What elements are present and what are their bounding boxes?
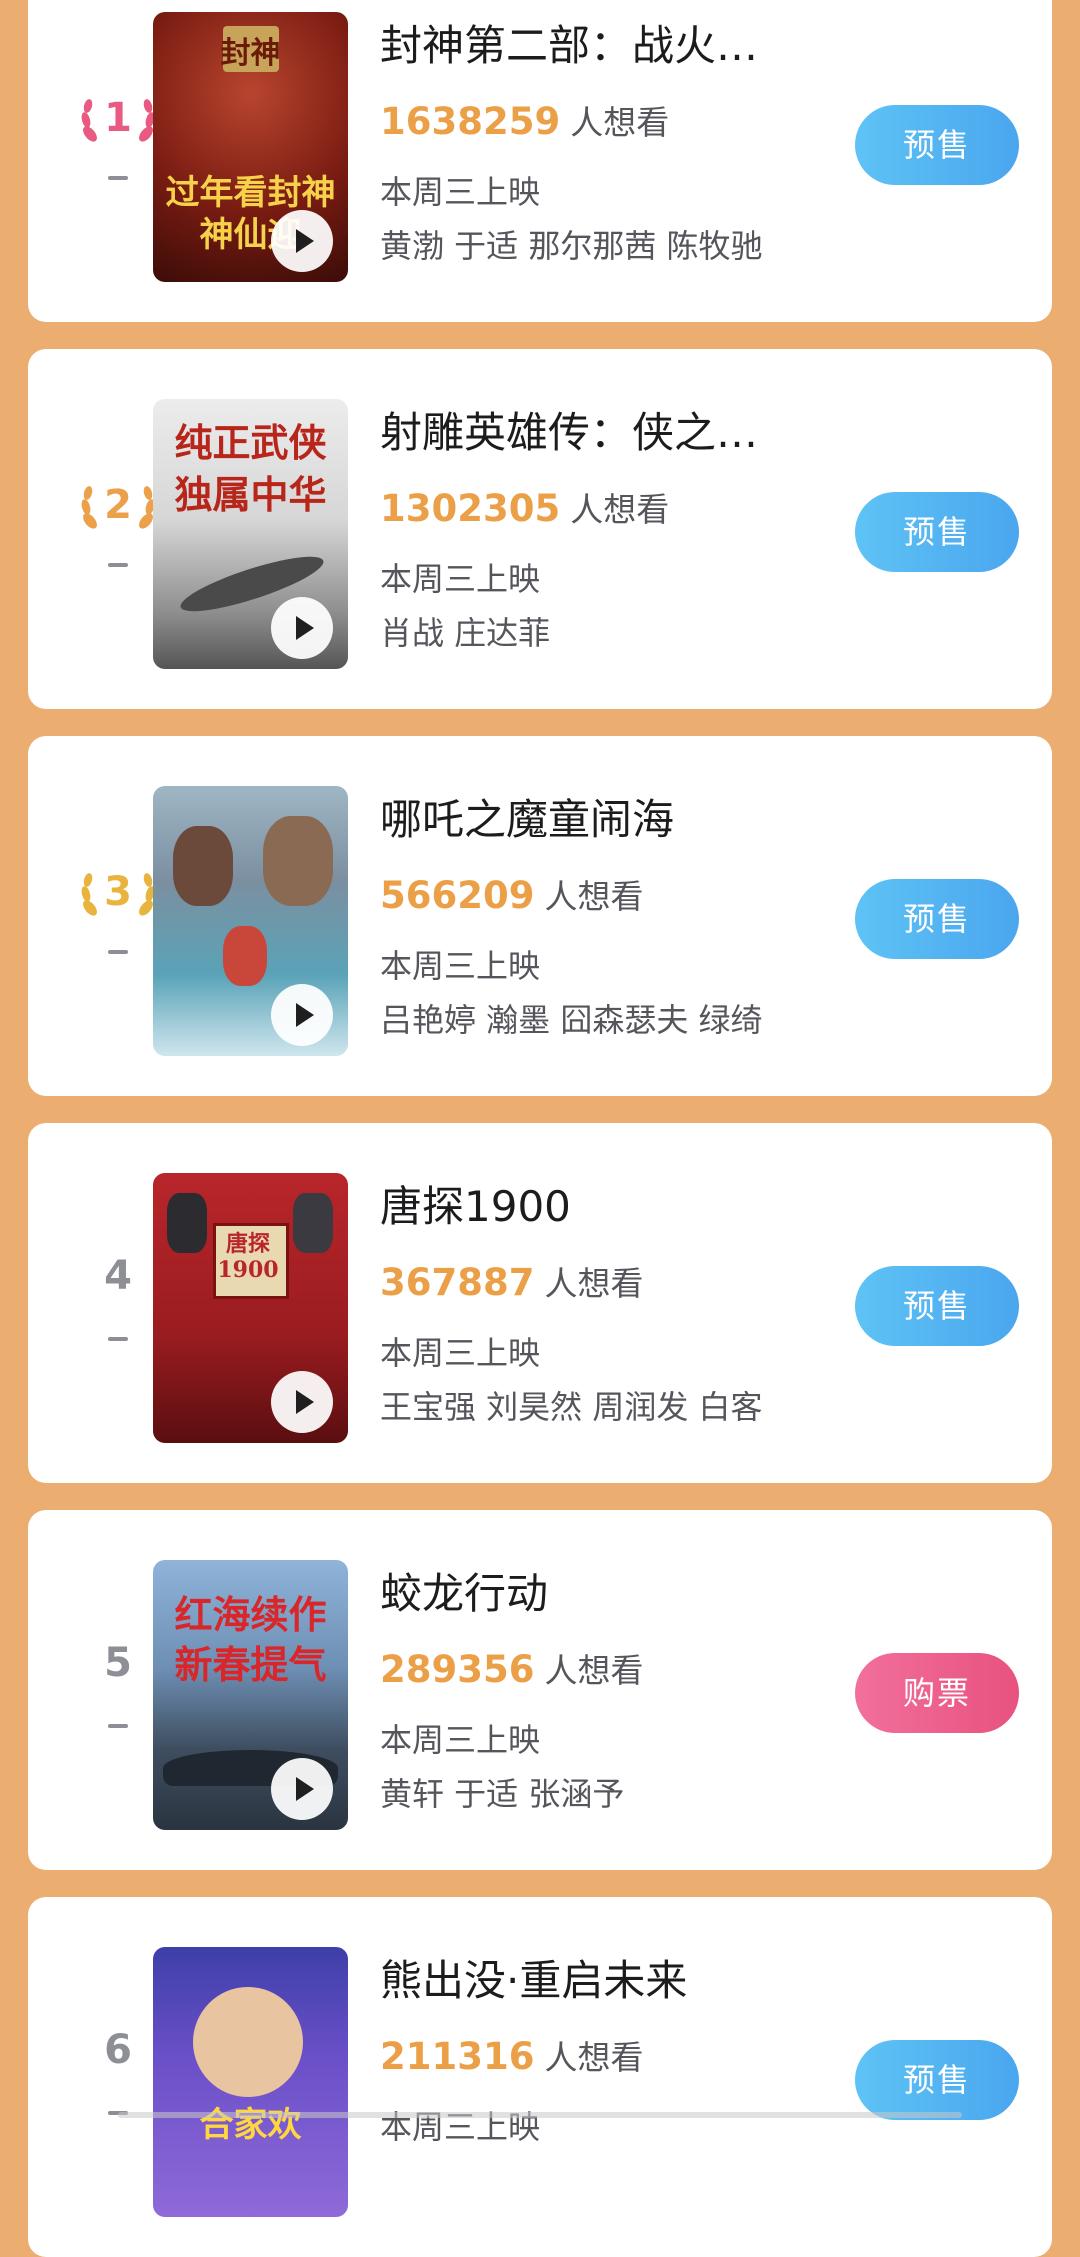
rank-trend-dash bbox=[108, 1724, 128, 1728]
horizontal-scroll-indicator bbox=[118, 2112, 962, 2118]
movie-title: 唐探1900 bbox=[380, 1182, 571, 1231]
movie-info: 射雕英雄传：侠之… 1302305 人想看 本周三上映 肖战 庄达菲 bbox=[380, 349, 860, 709]
movie-poster[interactable] bbox=[153, 786, 348, 1056]
rank-trend-dash bbox=[108, 563, 128, 567]
release-date: 本周三上映 bbox=[380, 173, 541, 211]
cast-list: 黄渤 于适 那尔那茜 陈牧驰 bbox=[380, 227, 763, 265]
poster-figure bbox=[223, 926, 267, 986]
release-date: 本周三上映 bbox=[380, 1334, 541, 1372]
rank-number: 3 bbox=[104, 869, 132, 915]
want-label: 人想看 bbox=[570, 103, 670, 142]
movie-poster[interactable]: 合家欢 bbox=[153, 1947, 348, 2217]
poster-figure bbox=[293, 1193, 333, 1253]
release-date: 本周三上映 bbox=[380, 560, 541, 598]
poster-slogan-text: 纯正武侠 独属中华 bbox=[174, 420, 327, 517]
rank-trend-dash bbox=[108, 176, 128, 180]
rank-trend-dash bbox=[108, 1337, 128, 1341]
movie-poster[interactable]: 唐探 1900 bbox=[153, 1173, 348, 1443]
movie-info: 封神第二部：战火… 1638259 人想看 本周三上映 黄渤 于适 那尔那茜 陈牧… bbox=[380, 0, 860, 322]
want-count: 367887 bbox=[380, 1261, 535, 1304]
presale-button[interactable]: 预售 bbox=[855, 879, 1019, 959]
presale-button[interactable]: 预售 bbox=[855, 2040, 1019, 2120]
buy-ticket-button[interactable]: 购票 bbox=[855, 1653, 1019, 1733]
want-to-see: 211316 人想看 bbox=[380, 2035, 643, 2086]
movie-card[interactable]: 5 红海续作 新春提气 蛟龙行动 289356 人想看 本周三上映 黄轩 于适 张… bbox=[28, 1510, 1052, 1870]
movie-card[interactable]: 1 封神 过年看封神 神仙迎 封神第二部：战火… 1638259 人想看 本周三上… bbox=[28, 0, 1052, 322]
movie-info: 哪吒之魔童闹海 566209 人想看 本周三上映 吕艳婷 瀚墨 囧森瑟夫 绿绮 bbox=[380, 736, 860, 1096]
want-label: 人想看 bbox=[544, 1264, 644, 1303]
presale-button[interactable]: 预售 bbox=[855, 1266, 1019, 1346]
cast-list: 肖战 庄达菲 bbox=[380, 614, 551, 652]
want-label: 人想看 bbox=[570, 490, 670, 529]
release-date: 本周三上映 bbox=[380, 947, 541, 985]
want-count: 1638259 bbox=[380, 100, 561, 143]
play-icon[interactable] bbox=[271, 597, 333, 659]
play-icon[interactable] bbox=[271, 1371, 333, 1433]
movie-poster[interactable]: 纯正武侠 独属中华 bbox=[153, 399, 348, 669]
want-to-see: 566209 人想看 bbox=[380, 874, 643, 925]
poster-figure bbox=[173, 826, 233, 906]
want-count: 566209 bbox=[380, 874, 535, 917]
movie-card[interactable]: 3 哪吒之魔童闹海 566209 人想看 本周三上映 吕艳婷 瀚墨 囧森瑟夫 绿绮… bbox=[28, 736, 1052, 1096]
want-to-see: 367887 人想看 bbox=[380, 1261, 643, 1312]
presale-button[interactable]: 预售 bbox=[855, 105, 1019, 185]
movie-card[interactable]: 2 纯正武侠 独属中华 射雕英雄传：侠之… 1302305 人想看 本周三上映 肖… bbox=[28, 349, 1052, 709]
movie-title: 蛟龙行动 bbox=[380, 1569, 549, 1618]
rank-trend-dash bbox=[108, 950, 128, 954]
rank-number: 2 bbox=[104, 482, 132, 528]
poster-figure bbox=[167, 1193, 207, 1253]
play-icon[interactable] bbox=[271, 984, 333, 1046]
want-to-see: 1302305 人想看 bbox=[380, 487, 669, 538]
want-count: 211316 bbox=[380, 2035, 535, 2078]
cast-list: 黄轩 于适 张涵予 bbox=[380, 1775, 625, 1813]
movie-title: 封神第二部：战火… bbox=[380, 21, 759, 70]
movie-card[interactable]: 6 合家欢 熊出没·重启未来 211316 人想看 本周三上映 预售 bbox=[28, 1897, 1052, 2257]
laurel-icon: 1 bbox=[78, 90, 158, 150]
want-count: 289356 bbox=[380, 1648, 535, 1691]
movie-info: 熊出没·重启未来 211316 人想看 本周三上映 bbox=[380, 1897, 860, 2257]
movie-info: 唐探1900 367887 人想看 本周三上映 王宝强 刘昊然 周润发 白客 bbox=[380, 1123, 860, 1483]
want-to-see: 289356 人想看 bbox=[380, 1648, 643, 1699]
want-label: 人想看 bbox=[544, 877, 644, 916]
movie-title: 射雕英雄传：侠之… bbox=[380, 408, 759, 457]
poster-character bbox=[193, 1987, 303, 2097]
release-date: 本周三上映 bbox=[380, 1721, 541, 1759]
cast-list: 王宝强 刘昊然 周润发 白客 bbox=[380, 1388, 763, 1426]
cast-list: 吕艳婷 瀚墨 囧森瑟夫 绿绮 bbox=[380, 1001, 763, 1039]
movie-card[interactable]: 4 唐探 1900 唐探1900 367887 人想看 本周三上映 王宝强 刘昊然… bbox=[28, 1123, 1052, 1483]
poster-title-text: 封神 bbox=[220, 36, 281, 71]
poster-figure bbox=[263, 816, 333, 906]
poster-slogan-text: 红海续作 新春提气 bbox=[174, 1592, 327, 1687]
movie-info: 蛟龙行动 289356 人想看 本周三上映 黄轩 于适 张涵予 bbox=[380, 1510, 860, 1870]
laurel-icon: 3 bbox=[78, 864, 158, 924]
play-icon[interactable] bbox=[271, 210, 333, 272]
want-label: 人想看 bbox=[544, 2038, 644, 2077]
movie-poster[interactable]: 封神 过年看封神 神仙迎 bbox=[153, 12, 348, 282]
rank-number: 1 bbox=[104, 95, 132, 141]
want-to-see: 1638259 人想看 bbox=[380, 100, 669, 151]
presale-button[interactable]: 预售 bbox=[855, 492, 1019, 572]
want-count: 1302305 bbox=[380, 487, 561, 530]
poster-title-text: 唐探 1900 bbox=[217, 1231, 279, 1283]
movie-title: 熊出没·重启未来 bbox=[380, 1956, 688, 2005]
laurel-icon: 2 bbox=[78, 477, 158, 537]
movie-poster[interactable]: 红海续作 新春提气 bbox=[153, 1560, 348, 1830]
movie-title: 哪吒之魔童闹海 bbox=[380, 795, 675, 844]
want-label: 人想看 bbox=[544, 1651, 644, 1690]
play-icon[interactable] bbox=[271, 1758, 333, 1820]
